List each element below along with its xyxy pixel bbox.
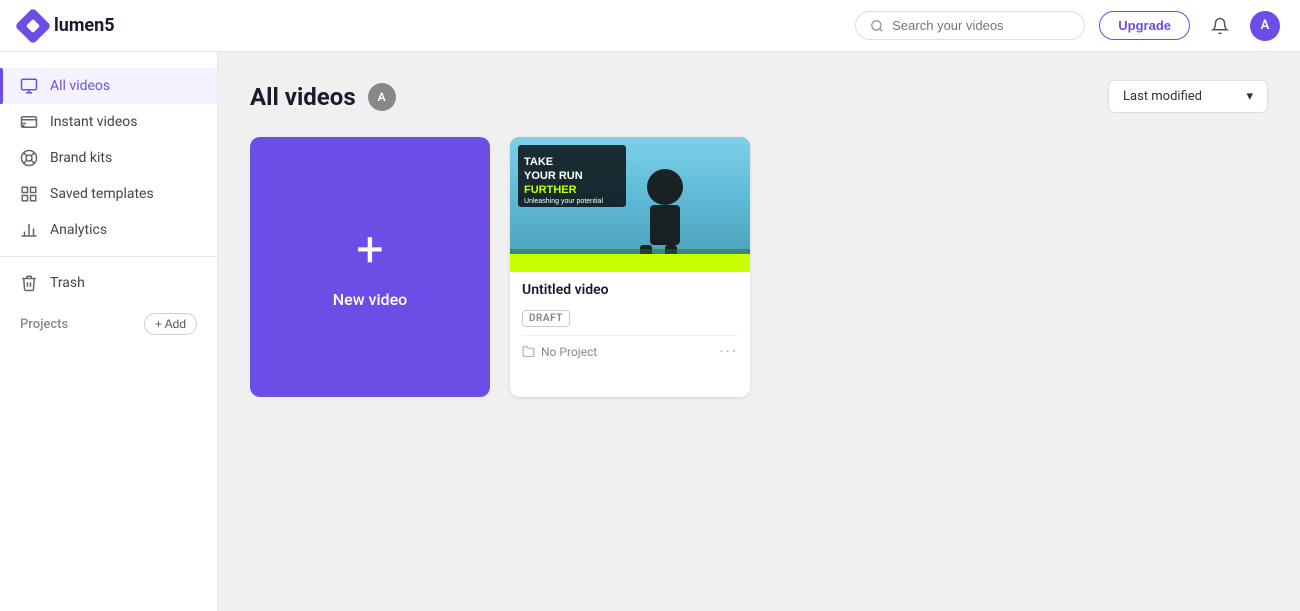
- sidebar-label: Analytics: [50, 222, 107, 238]
- sidebar-label: Trash: [50, 275, 85, 291]
- svg-text:TAKE: TAKE: [524, 156, 553, 168]
- projects-section: Projects + Add: [0, 305, 217, 343]
- svg-text:YOUR RUN: YOUR RUN: [524, 170, 583, 182]
- video-card[interactable]: TAKE YOUR RUN FURTHER Unleashing your po…: [510, 137, 750, 397]
- chevron-down-icon: ▾: [1246, 89, 1253, 104]
- avatar[interactable]: A: [1250, 11, 1280, 41]
- sidebar-label: Brand kits: [50, 150, 112, 166]
- sidebar-item-instant-videos[interactable]: Instant videos: [0, 104, 217, 140]
- video-grid: + New video: [250, 137, 1268, 397]
- sort-dropdown[interactable]: Last modified ▾: [1108, 80, 1268, 113]
- analytics-icon: [20, 221, 38, 239]
- new-video-label: New video: [333, 290, 407, 309]
- draft-badge: DRAFT: [522, 310, 570, 327]
- video-footer: No Project ···: [522, 335, 738, 361]
- more-options-icon[interactable]: ···: [719, 342, 738, 361]
- instant-video-icon: [20, 113, 38, 131]
- video-icon: [20, 77, 38, 95]
- main-title-area: All videos A: [250, 83, 396, 111]
- folder-icon: [522, 345, 535, 358]
- brand-kits-icon: [20, 149, 38, 167]
- sidebar-label: Instant videos: [50, 114, 137, 130]
- projects-label: Projects: [20, 317, 68, 332]
- video-thumbnail: TAKE YOUR RUN FURTHER Unleashing your po…: [510, 137, 750, 272]
- search-bar[interactable]: [855, 11, 1085, 40]
- sidebar-item-all-videos[interactable]: All videos: [0, 68, 217, 104]
- thumbnail-svg: TAKE YOUR RUN FURTHER Unleashing your po…: [510, 137, 750, 272]
- title-avatar: A: [368, 83, 396, 111]
- sidebar-item-saved-templates[interactable]: Saved templates: [0, 176, 217, 212]
- saved-templates-icon: [20, 185, 38, 203]
- sort-label: Last modified: [1123, 89, 1202, 104]
- project-name: No Project: [541, 345, 597, 359]
- sidebar-item-brand-kits[interactable]: Brand kits: [0, 140, 217, 176]
- svg-text:Unleashing your potential: Unleashing your potential: [524, 198, 603, 205]
- new-video-card[interactable]: + New video: [250, 137, 490, 397]
- main-content: All videos A Last modified ▾ + New video: [218, 52, 1300, 611]
- sidebar-item-trash[interactable]: Trash: [0, 265, 217, 301]
- upgrade-button[interactable]: Upgrade: [1099, 11, 1190, 40]
- trash-icon: [20, 274, 38, 292]
- page-title: All videos: [250, 83, 356, 111]
- video-project: No Project: [522, 345, 597, 359]
- plus-icon: +: [356, 226, 383, 274]
- notification-bell-icon[interactable]: [1204, 10, 1236, 42]
- layout: All videos Instant videos Brand kits: [0, 52, 1300, 611]
- sidebar-item-analytics[interactable]: Analytics: [0, 212, 217, 248]
- header-right: Upgrade A: [855, 10, 1280, 42]
- video-title: Untitled video: [522, 282, 738, 298]
- svg-text:FURTHER: FURTHER: [524, 184, 577, 196]
- video-info: Untitled video DRAFT No Project ···: [510, 272, 750, 371]
- search-input[interactable]: [892, 18, 1070, 33]
- logo-text: lumen5: [54, 15, 115, 36]
- sidebar: All videos Instant videos Brand kits: [0, 52, 218, 611]
- sidebar-label: All videos: [50, 78, 110, 94]
- logo-icon: [15, 7, 52, 44]
- sidebar-divider: [0, 256, 217, 257]
- search-icon: [870, 19, 884, 33]
- logo[interactable]: lumen5: [20, 13, 115, 39]
- app-header: lumen5 Upgrade A: [0, 0, 1300, 52]
- add-project-button[interactable]: + Add: [144, 313, 197, 335]
- sidebar-label: Saved templates: [50, 186, 154, 202]
- main-header: All videos A Last modified ▾: [250, 80, 1268, 113]
